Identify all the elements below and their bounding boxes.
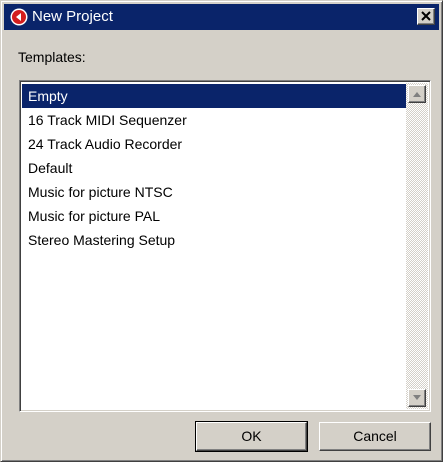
template-item-stereo-mastering-setup[interactable]: Stereo Mastering Setup: [22, 228, 406, 252]
close-button[interactable]: [417, 8, 435, 25]
scroll-down-button[interactable]: [408, 389, 426, 407]
cancel-button[interactable]: Cancel: [319, 422, 431, 451]
cubase-app-icon: [10, 8, 28, 26]
title-bar[interactable]: New Project: [4, 4, 439, 30]
arrow-down-icon: [413, 395, 421, 400]
template-item-default[interactable]: Default: [22, 156, 406, 180]
templates-list: Empty 16 Track MIDI Sequenzer 24 Track A…: [22, 84, 406, 252]
ok-button[interactable]: OK: [195, 421, 308, 452]
template-item-music-for-picture-pal[interactable]: Music for picture PAL: [22, 204, 406, 228]
templates-label: Templates:: [18, 49, 86, 65]
template-item-16-track-midi-sequenzer[interactable]: 16 Track MIDI Sequenzer: [22, 108, 406, 132]
template-item-empty[interactable]: Empty: [22, 84, 406, 108]
close-icon: [421, 11, 431, 21]
vertical-scrollbar[interactable]: [406, 83, 428, 409]
new-project-dialog: New Project Templates: Empty 16 Track MI…: [0, 0, 443, 462]
template-item-music-for-picture-ntsc[interactable]: Music for picture NTSC: [22, 180, 406, 204]
scroll-up-button[interactable]: [408, 85, 426, 103]
templates-listbox[interactable]: Empty 16 Track MIDI Sequenzer 24 Track A…: [19, 80, 431, 412]
template-item-24-track-audio-recorder[interactable]: 24 Track Audio Recorder: [22, 132, 406, 156]
window-title: New Project: [32, 8, 113, 25]
arrow-up-icon: [413, 92, 421, 97]
